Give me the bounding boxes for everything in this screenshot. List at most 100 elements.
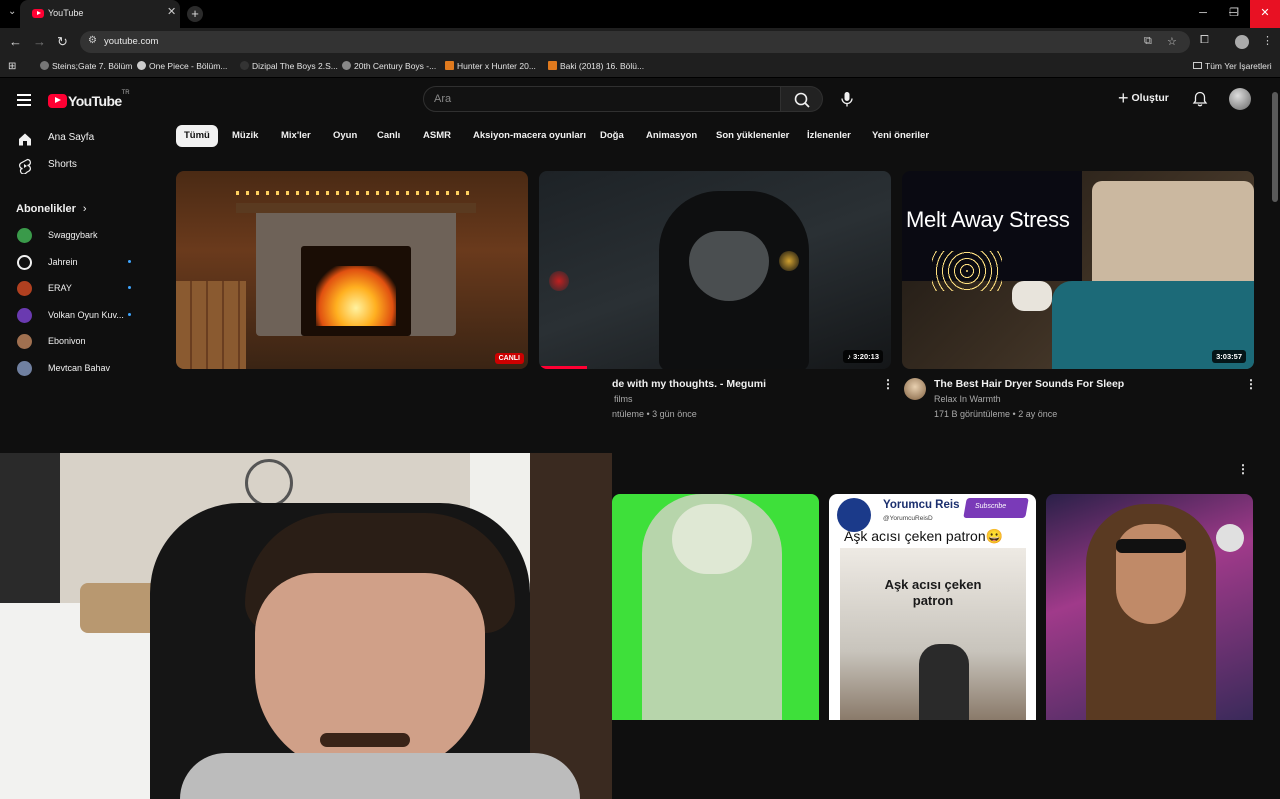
channel-avatar bbox=[17, 308, 32, 323]
extensions-icon[interactable]: ⧠ bbox=[1200, 34, 1209, 47]
youtube-play-icon bbox=[48, 93, 67, 108]
short-thumbnail-anime[interactable] bbox=[612, 494, 819, 720]
chip-all[interactable]: Tümü bbox=[176, 125, 218, 147]
channel-avatar[interactable] bbox=[904, 378, 926, 400]
bookmark-label: One Piece - Bölüm... bbox=[149, 61, 228, 71]
chip-gaming[interactable]: Oyun bbox=[325, 125, 365, 147]
account-avatar[interactable] bbox=[1229, 88, 1251, 110]
tab-title: YouTube bbox=[48, 8, 84, 18]
browser-toolbar: ← → ↻ ⚙ youtube.com ⧉ ☆ ⧠ ⋮ bbox=[0, 28, 1280, 56]
search-icon bbox=[794, 92, 810, 108]
channel-name[interactable]: films bbox=[614, 394, 633, 404]
apps-grid-icon[interactable]: ⊞ bbox=[8, 61, 16, 72]
channel-logo bbox=[837, 498, 871, 532]
subscription-item[interactable]: ERAY bbox=[0, 275, 160, 301]
video-thumbnail-hair-dryer[interactable]: Melt Away Stress 3:03:57 bbox=[902, 171, 1254, 369]
create-label: Oluştur bbox=[1131, 92, 1169, 104]
sidebar-item-label: Shorts bbox=[48, 159, 77, 170]
address-bar[interactable]: ⚙ youtube.com ⧉ ☆ bbox=[80, 31, 1190, 53]
reload-icon[interactable]: ↻ bbox=[57, 34, 68, 50]
chip-nature[interactable]: Doğa bbox=[592, 125, 632, 147]
youtube-logo[interactable]: YouTubeTR bbox=[48, 90, 130, 110]
chip-new-to-you[interactable]: Yeni öneriler bbox=[864, 125, 937, 147]
tab-close-icon[interactable]: ✕ bbox=[167, 5, 176, 18]
door bbox=[530, 453, 612, 799]
more-options-icon[interactable]: ⋮ bbox=[882, 377, 894, 391]
bookmarks-bar: ⊞ Steins;Gate 7. Bölüm One Piece - Bölüm… bbox=[0, 56, 1280, 78]
video-title[interactable]: The Best Hair Dryer Sounds For Sleep bbox=[934, 378, 1124, 390]
bookmark-item[interactable]: Hunter x Hunter 20... bbox=[445, 61, 536, 71]
bookmark-item[interactable]: 20th Century Boys -... bbox=[342, 61, 436, 71]
subscriptions-header[interactable]: Abonelikler › bbox=[16, 203, 87, 215]
video-thumbnail-megumi[interactable]: ♪ 3:20:13 bbox=[539, 171, 891, 369]
chip-music[interactable]: Müzik bbox=[224, 125, 266, 147]
bookmark-label: 20th Century Boys -... bbox=[354, 61, 437, 71]
channel-name[interactable]: Relax In Warmth bbox=[934, 394, 1001, 404]
browser-tab-youtube[interactable]: YouTube ✕ bbox=[20, 0, 180, 28]
all-bookmarks-button[interactable]: Tüm Yer İşaretleri bbox=[1193, 61, 1272, 71]
video-duration: 3:03:57 bbox=[1212, 350, 1246, 363]
short-thumbnail-wig[interactable] bbox=[1046, 494, 1253, 720]
search-button[interactable] bbox=[781, 86, 823, 112]
fairy-lights bbox=[932, 251, 1002, 291]
subscription-item[interactable]: Jahrein bbox=[0, 249, 160, 275]
short-thumbnail-yorumcu[interactable]: Yorumcu Reis @YorumcuReisD Subscribe Aşk… bbox=[829, 494, 1036, 720]
channel-name: Volkan Oyun Kuv... bbox=[48, 310, 124, 320]
chip-asmr[interactable]: ASMR bbox=[415, 125, 459, 147]
chip-watched[interactable]: İzlenenler bbox=[799, 125, 859, 147]
notifications-button[interactable] bbox=[1192, 91, 1208, 112]
microphone-icon bbox=[841, 92, 853, 107]
site-info-icon[interactable]: ⚙ bbox=[88, 35, 97, 46]
new-tab-button[interactable]: + bbox=[187, 6, 203, 22]
channel-name: Swaggybark bbox=[48, 230, 98, 240]
chip-recently-uploaded[interactable]: Son yüklenenler bbox=[708, 125, 797, 147]
install-app-icon[interactable]: ⧉ bbox=[1144, 35, 1152, 48]
character-head bbox=[672, 504, 752, 574]
bookmark-item[interactable]: Steins;Gate 7. Bölüm bbox=[40, 61, 132, 71]
close-window-icon[interactable]: ✕ bbox=[1250, 0, 1280, 28]
bookmark-label: Baki (2018) 16. Bölü... bbox=[560, 61, 645, 71]
bokeh-light bbox=[549, 271, 569, 291]
back-icon[interactable]: ← bbox=[9, 34, 22, 49]
channel-name: Mevtcan Bahav bbox=[48, 363, 111, 373]
chip-action-adventure[interactable]: Aksiyon-macera oyunları bbox=[465, 125, 594, 147]
restore-window-icon[interactable]: ❐ bbox=[1214, 0, 1254, 28]
subscription-item[interactable]: Mevtcan Bahav bbox=[0, 355, 160, 381]
sidebar-item-home[interactable]: Ana Sayfa bbox=[0, 125, 160, 151]
channel-name: ERAY bbox=[48, 283, 72, 293]
video-duration: ♪ 3:20:13 bbox=[843, 350, 883, 363]
chip-animation[interactable]: Animasyon bbox=[638, 125, 705, 147]
subscription-item[interactable]: Volkan Oyun Kuv... bbox=[0, 302, 160, 328]
site-icon bbox=[445, 61, 454, 70]
chip-mixes[interactable]: Mix'ler bbox=[273, 125, 319, 147]
tab-search-chevron-icon[interactable]: ⌄ bbox=[8, 6, 16, 17]
thumbnail-overlay-text: Melt Away Stress bbox=[906, 207, 1070, 232]
create-button[interactable]: + Oluştur bbox=[1118, 88, 1169, 110]
chip-live[interactable]: Canlı bbox=[369, 125, 408, 147]
channel-avatar bbox=[17, 361, 32, 376]
menu-icon[interactable] bbox=[17, 94, 31, 106]
bookmark-item[interactable]: Dizipal The Boys 2.S... bbox=[240, 61, 338, 71]
site-icon bbox=[137, 61, 146, 70]
shorts-more-options-icon[interactable]: ⋮ bbox=[1237, 462, 1249, 476]
folder-icon bbox=[1193, 62, 1202, 69]
bookmark-star-icon[interactable]: ☆ bbox=[1167, 35, 1177, 48]
search-input[interactable] bbox=[424, 87, 744, 111]
more-options-icon[interactable]: ⋮ bbox=[1245, 377, 1257, 391]
profile-icon[interactable] bbox=[1235, 35, 1249, 49]
video-thumbnail-fireplace[interactable]: CANLI bbox=[176, 171, 528, 369]
sidebar-item-shorts[interactable]: Shorts bbox=[0, 152, 160, 178]
bookmark-item[interactable]: Baki (2018) 16. Bölü... bbox=[548, 61, 644, 71]
bokeh-light bbox=[779, 251, 799, 271]
fire-glow bbox=[316, 266, 396, 326]
subscription-item[interactable]: Swaggybark bbox=[0, 222, 160, 248]
video-title[interactable]: de with my thoughts. - Megumi bbox=[612, 378, 766, 390]
hair-dryer bbox=[1012, 281, 1052, 311]
browser-menu-icon[interactable]: ⋮ bbox=[1262, 34, 1273, 47]
voice-search-button[interactable] bbox=[834, 86, 860, 112]
scrollbar-thumb[interactable] bbox=[1272, 92, 1278, 202]
subscription-item[interactable]: Ebonivon bbox=[0, 328, 160, 354]
gray-tshirt bbox=[180, 753, 580, 799]
forward-icon[interactable]: → bbox=[33, 34, 46, 49]
bookmark-item[interactable]: One Piece - Bölüm... bbox=[137, 61, 227, 71]
